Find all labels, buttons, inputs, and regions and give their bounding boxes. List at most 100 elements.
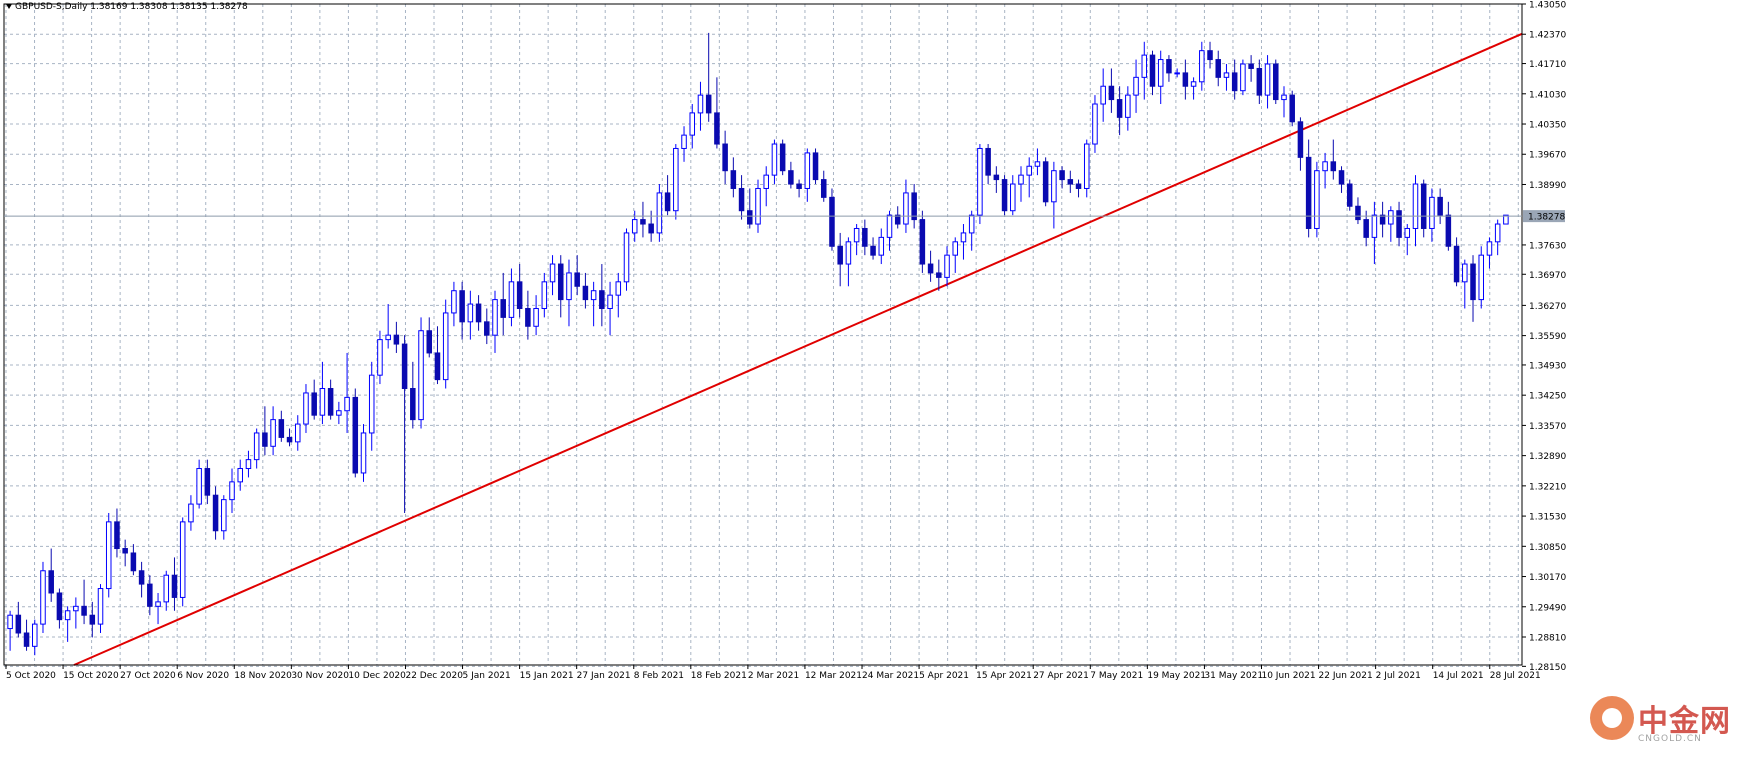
candle (960, 224, 967, 260)
candle-body (97, 588, 104, 625)
candle (607, 281, 613, 336)
collapse-triangle-icon[interactable] (6, 4, 12, 9)
candle-body (1059, 170, 1065, 181)
candle (623, 228, 630, 291)
candle-body (1429, 196, 1435, 229)
candle-body (147, 583, 153, 607)
candle-body (352, 396, 359, 474)
y-tick-label: 1.36970 (1529, 271, 1566, 281)
candle-body (1182, 72, 1189, 87)
candle (977, 144, 983, 225)
candle-body (262, 432, 268, 447)
candle (903, 179, 909, 233)
axes-layer: 1.43050 1.42370 1.41710 1.41030 1.40350 1.396… (3, 1, 1566, 681)
candle-body (648, 223, 654, 234)
candle-body (812, 152, 819, 181)
candle (155, 592, 161, 625)
candle-body (163, 574, 170, 603)
candle (1388, 206, 1394, 242)
candle-body (870, 245, 876, 256)
candle (779, 139, 786, 176)
candle (1494, 219, 1501, 256)
candle (278, 410, 285, 442)
candle-body (138, 570, 145, 585)
candle (730, 157, 737, 198)
candle (122, 539, 128, 567)
y-tick-label: 1.43050 (1529, 1, 1566, 11)
candle (1100, 68, 1106, 122)
y-tick-label: 1.32890 (1529, 452, 1566, 462)
candle-body (1223, 72, 1230, 78)
candle (574, 255, 580, 296)
candle-body (599, 290, 605, 309)
price-chart[interactable]: 1.43050 1.42370 1.41710 1.41030 1.40350 1.396… (0, 0, 1741, 764)
candle-body (73, 605, 79, 612)
candle (1108, 68, 1115, 113)
candle (492, 290, 498, 353)
candle-body (1125, 94, 1131, 118)
candle-body (968, 214, 975, 234)
candle-body (1420, 183, 1427, 229)
candle-body (1462, 263, 1468, 283)
candle (1199, 41, 1205, 91)
candle (681, 126, 687, 162)
y-tick-label: 1.40350 (1529, 121, 1566, 131)
candle (73, 597, 79, 629)
candle (829, 188, 835, 251)
candle (714, 77, 720, 149)
y-tick-label: 1.32210 (1529, 482, 1566, 492)
x-tick-label: 27 Apr 2021 (1033, 671, 1089, 681)
x-tick-label: 31 May 2021 (1204, 671, 1263, 681)
candle-body (229, 481, 235, 501)
candle-body (401, 343, 408, 390)
candle-body (1437, 196, 1443, 216)
y-tick-label: 1.30170 (1529, 573, 1566, 583)
x-tick-label: 18 Nov 2020 (234, 671, 292, 681)
candle (952, 237, 959, 273)
candle (130, 544, 137, 576)
candle-body (771, 143, 778, 176)
candle-body (541, 281, 548, 309)
candle (1289, 90, 1295, 127)
candle (1001, 175, 1008, 216)
candle (516, 264, 523, 318)
candle (459, 281, 465, 340)
candle-body (508, 281, 515, 318)
candle (911, 184, 917, 229)
candle (221, 495, 227, 540)
x-tick-label: 2 Jul 2021 (1376, 671, 1421, 681)
candle (418, 317, 424, 429)
candle (1330, 139, 1337, 180)
candle-body (1026, 165, 1032, 176)
candle (656, 184, 663, 242)
candle (1059, 166, 1065, 189)
candle (1092, 95, 1098, 153)
candle (640, 201, 646, 238)
candle (631, 210, 638, 242)
candle (771, 139, 778, 185)
candle (697, 81, 704, 131)
x-tick-label: 22 Dec 2020 (405, 671, 463, 681)
candle-body (442, 312, 449, 381)
candle-body (993, 174, 1000, 181)
candle (796, 179, 802, 198)
candle-body (1281, 94, 1287, 101)
candle-body (738, 187, 745, 212)
candle (336, 401, 342, 425)
candle (870, 237, 876, 260)
candle (1371, 201, 1378, 265)
candle-body (1010, 183, 1016, 212)
candle-body (48, 570, 54, 594)
candle-body (237, 468, 243, 483)
x-tick-label: 2 Mar 2021 (748, 671, 799, 681)
candle-body (944, 254, 950, 278)
chart-canvas[interactable]: 1.43050 1.42370 1.41710 1.41030 1.40350 1.396… (0, 0, 1741, 764)
candle (467, 290, 474, 340)
candle-body (516, 281, 523, 309)
candle (1026, 157, 1032, 198)
candle-body (911, 192, 917, 221)
y-tick-label: 1.33570 (1529, 422, 1566, 432)
candle (1462, 259, 1468, 309)
candle-body (32, 623, 38, 647)
y-tick-label: 1.41710 (1529, 60, 1566, 70)
